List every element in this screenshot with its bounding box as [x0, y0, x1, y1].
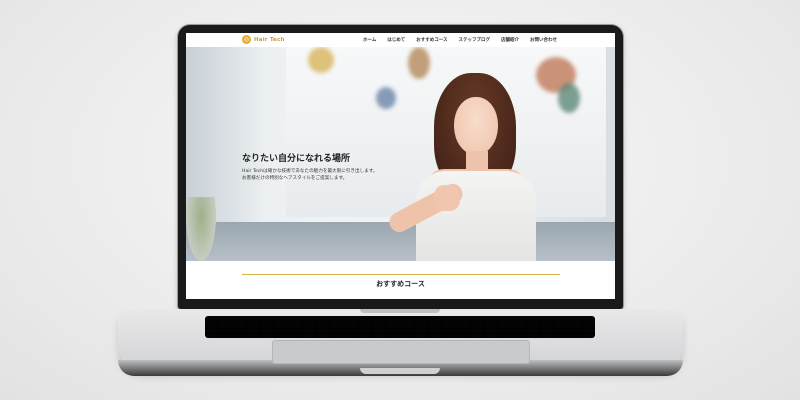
laptop-hinge-notch [360, 309, 440, 313]
nav-item-shop[interactable]: 店舗紹介 [501, 37, 519, 43]
nav-item-home[interactable]: ホーム [363, 37, 376, 43]
laptop-screen: ◎ Hair Tech ホーム はじめて おすすめコース ステッフブログ 店舗紹… [186, 33, 615, 299]
nav-item-recommended[interactable]: おすすめコース [416, 37, 447, 43]
hero-section: なりたい自分になれる場所 Hair Techは確かな技術であなたの魅力を最大限に… [186, 47, 615, 261]
hanging-decoration [308, 47, 334, 73]
laptop-keyboard [205, 316, 595, 338]
nav-item-blog[interactable]: ステッフブログ [459, 37, 491, 43]
section-title: おすすめコース [376, 280, 425, 288]
hero-title: なりたい自分になれる場所 [242, 154, 351, 164]
hero-plant [186, 197, 216, 261]
site-header: ◎ Hair Tech ホーム はじめて おすすめコース ステッフブログ 店舗紹… [186, 33, 615, 47]
logo-icon: ◎ [242, 35, 251, 44]
logo-text: Hair Tech [254, 36, 285, 43]
hero-text: なりたい自分になれる場所 Hair Techは確かな技術であなたの魅力を最大限に… [242, 151, 412, 182]
nav-item-first-time[interactable]: はじめて [387, 37, 405, 43]
hero-subtitle-line-1: Hair Techは確かな技術であなたの魅力を最大限に引き出します。 [242, 169, 378, 174]
nav-item-contact[interactable]: お問い合わせ [530, 37, 557, 43]
laptop-trackpad [272, 340, 530, 364]
laptop-front-notch [360, 368, 440, 374]
hanging-decoration [558, 83, 580, 113]
hero-subtitle-line-2: お客様だけの特別なヘアスタイルをご提案します。 [242, 176, 348, 181]
model-top [416, 171, 536, 261]
site-logo[interactable]: ◎ Hair Tech [242, 35, 285, 44]
model-hand [434, 185, 460, 211]
model-face [454, 97, 498, 155]
recommended-section: おすすめコース [186, 261, 615, 299]
main-nav: ホーム はじめて おすすめコース ステッフブログ 店舗紹介 お問い合わせ [363, 37, 557, 43]
section-divider [242, 274, 560, 275]
